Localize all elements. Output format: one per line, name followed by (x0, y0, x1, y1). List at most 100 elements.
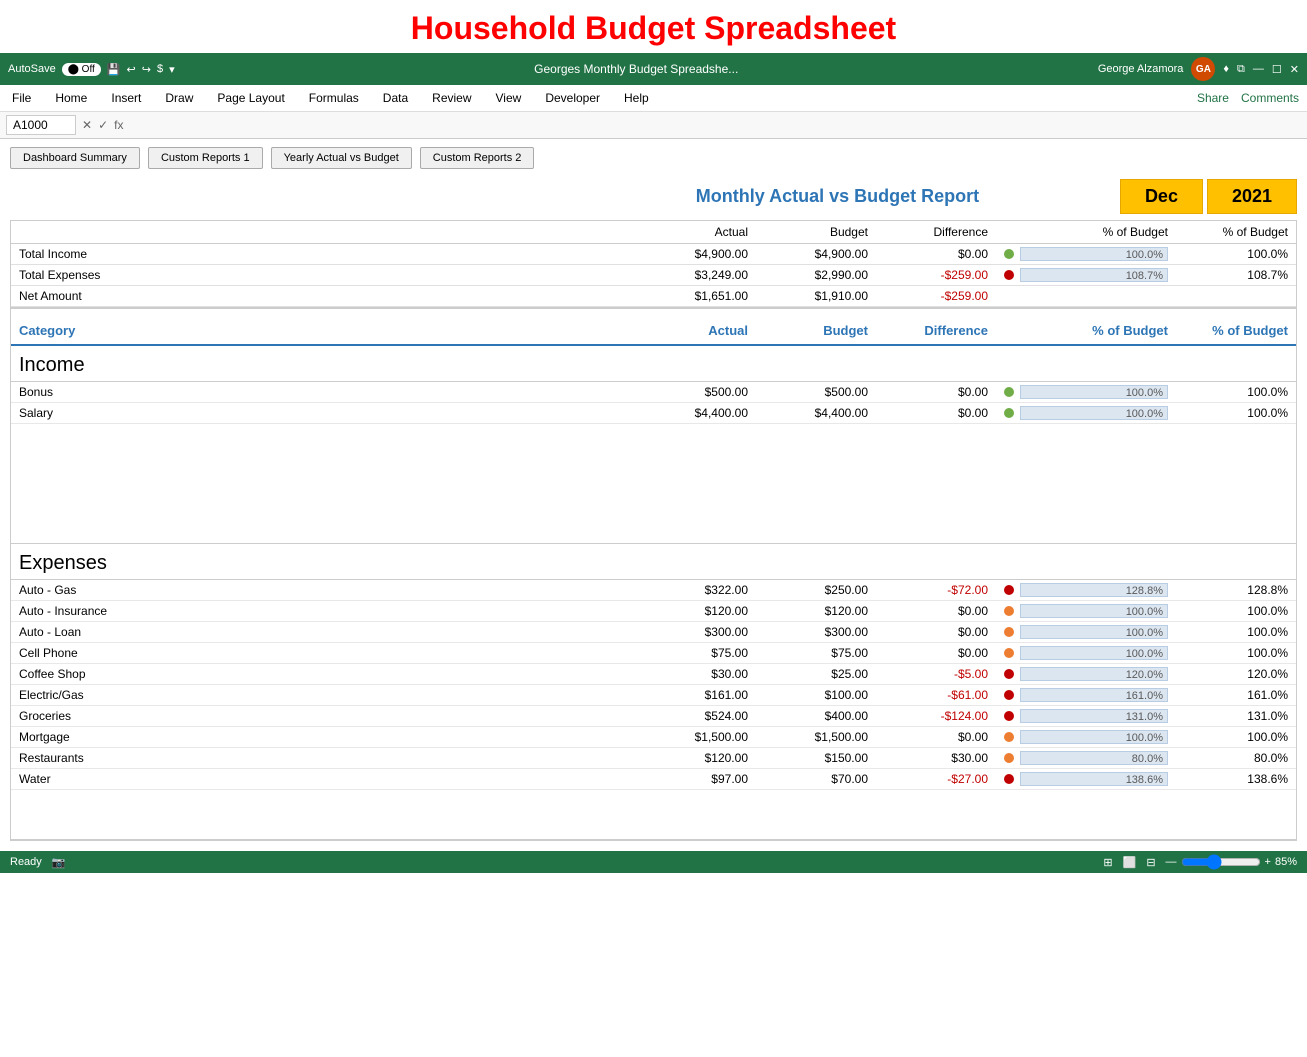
progress-label-electric-gas: 161.0% (1126, 689, 1163, 703)
table-row: Salary $4,400.00 $4,400.00 $0.00 100.0% … (11, 403, 1296, 424)
summary-row-total-income: Total Income $4,900.00 $4,900.00 $0.00 1… (11, 244, 1296, 265)
menu-page-layout[interactable]: Page Layout (213, 89, 288, 107)
dot-auto-gas (1004, 585, 1014, 595)
expense-pct-val-mortgage: 100.0% (1176, 727, 1296, 747)
page-view-icon[interactable]: ⬜ (1123, 856, 1137, 869)
cell-reference[interactable]: A1000 (6, 115, 76, 135)
zoom-out-icon[interactable]: — (1166, 856, 1177, 868)
summary-pct-val-total-expenses: 108.7% (1176, 265, 1296, 285)
expense-pct-val-groceries: 131.0% (1176, 706, 1296, 726)
summary-col-actual: Actual (636, 221, 756, 243)
income-pct-bar-salary: 100.0% (996, 403, 1176, 423)
income-actual-bonus: $500.00 (636, 382, 756, 402)
expense-actual-auto-gas: $322.00 (636, 580, 756, 600)
save-icon[interactable]: 💾 (107, 63, 121, 76)
window-restore-icon[interactable]: ⧉ (1237, 63, 1245, 76)
undo-icon[interactable]: ↩ (127, 63, 136, 76)
table-row: Coffee Shop $30.00 $25.00 -$5.00 120.0% … (11, 664, 1296, 685)
cat-header-actual: Actual (636, 317, 756, 344)
menubar-right: Share Comments (1197, 91, 1299, 105)
expense-diff-water: -$27.00 (876, 769, 996, 789)
cat-header-pct-val: % of Budget (1176, 317, 1296, 344)
ready-label: Ready (10, 856, 42, 868)
menu-developer[interactable]: Developer (541, 89, 604, 107)
summary-label-total-expenses: Total Expenses (11, 265, 636, 285)
page-break-icon[interactable]: ⊟ (1146, 856, 1155, 869)
currency-icon[interactable]: $ (157, 63, 163, 75)
summary-pct-val-net-amount (1176, 286, 1296, 306)
formula-input[interactable] (129, 116, 1301, 134)
expense-pct-bar-auto-gas: 128.8% (996, 580, 1176, 600)
table-row: Auto - Loan $300.00 $300.00 $0.00 100.0%… (11, 622, 1296, 643)
income-label-bonus: Bonus (11, 382, 636, 402)
summary-section: Actual Budget Difference % of Budget % o… (11, 221, 1296, 309)
expense-diff-coffee-shop: -$5.00 (876, 664, 996, 684)
share-button[interactable]: Share (1197, 91, 1229, 105)
menu-insert[interactable]: Insert (107, 89, 145, 107)
comments-button[interactable]: Comments (1241, 91, 1299, 105)
summary-pct-bar-net-amount (996, 286, 1176, 306)
cancel-icon[interactable]: ✕ (82, 118, 92, 132)
expense-actual-auto-insurance: $120.00 (636, 601, 756, 621)
autosave-toggle[interactable]: ⬤ Off (62, 63, 101, 76)
progress-bg-total-income: 100.0% (1020, 247, 1168, 261)
expense-budget-auto-loan: $300.00 (756, 622, 876, 642)
nav-custom-reports-2[interactable]: Custom Reports 2 (420, 147, 535, 169)
menu-file[interactable]: File (8, 89, 35, 107)
year-badge: 2021 (1207, 179, 1297, 214)
expense-pct-bar-groceries: 131.0% (996, 706, 1176, 726)
summary-row-net-amount: Net Amount $1,651.00 $1,910.00 -$259.00 (11, 286, 1296, 307)
menu-data[interactable]: Data (379, 89, 412, 107)
formulabar: A1000 ✕ ✓ fx (0, 112, 1307, 139)
menu-review[interactable]: Review (428, 89, 475, 107)
summary-diff-total-expenses: -$259.00 (876, 265, 996, 285)
maximize-icon[interactable]: ☐ (1272, 63, 1282, 76)
table-row: Auto - Insurance $120.00 $120.00 $0.00 1… (11, 601, 1296, 622)
table-row: Bonus $500.00 $500.00 $0.00 100.0% 100.0… (11, 382, 1296, 403)
expense-pct-bar-electric-gas: 161.0% (996, 685, 1176, 705)
zoom-in-icon[interactable]: + (1265, 856, 1271, 868)
menu-formulas[interactable]: Formulas (305, 89, 363, 107)
fx-symbol: fx (114, 118, 123, 132)
expense-pct-bar-coffee-shop: 120.0% (996, 664, 1176, 684)
grid-view-icon[interactable]: ⊞ (1103, 856, 1112, 869)
nav-custom-reports-1[interactable]: Custom Reports 1 (148, 147, 263, 169)
close-icon[interactable]: ✕ (1290, 63, 1299, 76)
summary-budget-net-amount: $1,910.00 (756, 286, 876, 306)
confirm-icon[interactable]: ✓ (98, 118, 108, 132)
income-diff-salary: $0.00 (876, 403, 996, 423)
income-budget-bonus: $500.00 (756, 382, 876, 402)
expense-label-auto-insurance: Auto - Insurance (11, 601, 636, 621)
expense-pct-bar-cell-phone: 100.0% (996, 643, 1176, 663)
month-badge: Dec (1120, 179, 1203, 214)
zoom-slider[interactable] (1181, 854, 1261, 870)
expense-diff-auto-gas: -$72.00 (876, 580, 996, 600)
zoom-controls: — + 85% (1166, 854, 1297, 870)
nav-yearly-actual-vs-budget[interactable]: Yearly Actual vs Budget (271, 147, 412, 169)
minimize-icon[interactable]: — (1253, 63, 1264, 75)
nav-dashboard-summary[interactable]: Dashboard Summary (10, 147, 140, 169)
progress-label-water: 138.6% (1126, 773, 1163, 787)
expense-diff-auto-insurance: $0.00 (876, 601, 996, 621)
progress-label-mortgage: 100.0% (1126, 731, 1163, 745)
menu-home[interactable]: Home (51, 89, 91, 107)
progress-bg-mortgage: 100.0% (1020, 730, 1168, 744)
expense-actual-groceries: $524.00 (636, 706, 756, 726)
expense-label-restaurants: Restaurants (11, 748, 636, 768)
progress-bg-total-expenses: 108.7% (1020, 268, 1168, 282)
more-icon[interactable]: ▾ (169, 63, 175, 76)
redo-icon[interactable]: ↪ (142, 63, 151, 76)
menu-help[interactable]: Help (620, 89, 653, 107)
statusbar: Ready 📷 ⊞ ⬜ ⊟ — + 85% (0, 851, 1307, 873)
statusbar-right: ⊞ ⬜ ⊟ — + 85% (1103, 854, 1297, 870)
progress-label-coffee-shop: 120.0% (1126, 668, 1163, 682)
summary-budget-total-income: $4,900.00 (756, 244, 876, 264)
menu-draw[interactable]: Draw (161, 89, 197, 107)
expense-pct-bar-auto-insurance: 100.0% (996, 601, 1176, 621)
menu-view[interactable]: View (492, 89, 526, 107)
expense-diff-electric-gas: -$61.00 (876, 685, 996, 705)
cat-header-category: Category (11, 317, 636, 344)
expense-diff-restaurants: $30.00 (876, 748, 996, 768)
summary-actual-total-income: $4,900.00 (636, 244, 756, 264)
progress-bg-groceries: 131.0% (1020, 709, 1168, 723)
